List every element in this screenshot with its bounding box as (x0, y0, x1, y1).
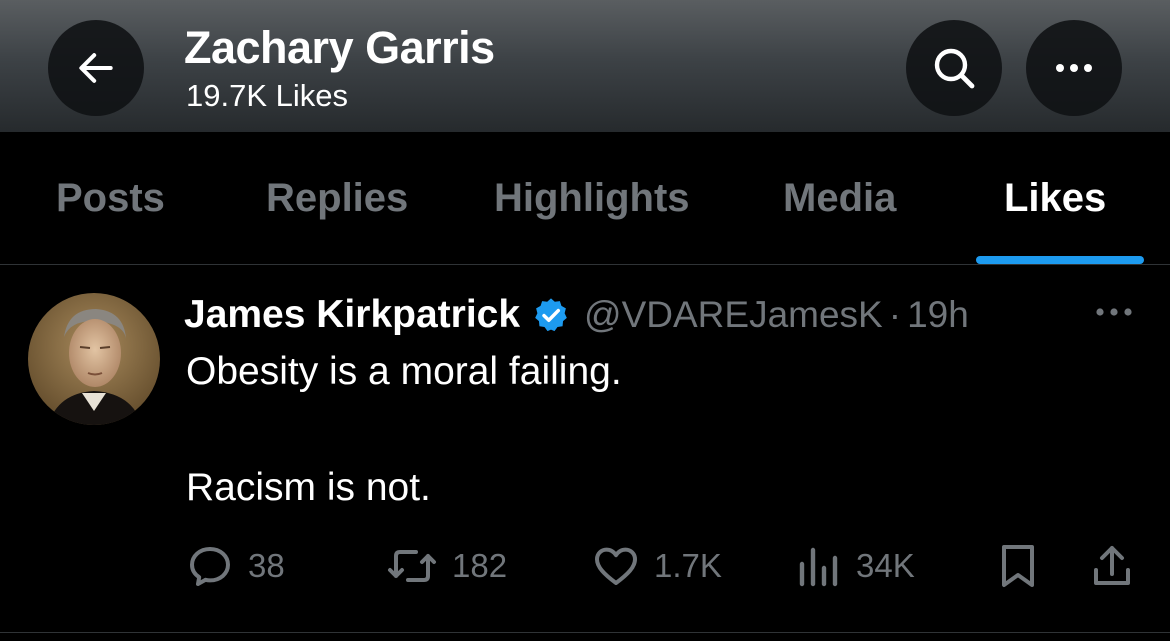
profile-header: Zachary Garris 19.7K Likes (0, 0, 1170, 132)
tweet-divider (0, 632, 1170, 633)
separator-dot: · (888, 294, 902, 335)
tab-highlights[interactable]: Highlights (494, 176, 690, 221)
bookmark-icon (1002, 545, 1034, 587)
like-button[interactable]: 1.7K (592, 540, 722, 592)
more-horizontal-icon (1056, 64, 1092, 72)
verified-badge-icon (532, 296, 570, 334)
repost-icon (388, 550, 436, 582)
tab-likes[interactable]: Likes (1004, 176, 1106, 221)
heart-icon (595, 547, 637, 585)
active-tab-indicator (976, 256, 1144, 264)
bookmark-button[interactable] (996, 540, 1040, 592)
share-icon (1094, 546, 1130, 585)
search-button[interactable] (906, 20, 1002, 116)
share-button[interactable] (1090, 540, 1134, 592)
views-count: 34K (856, 547, 915, 584)
tweet-text-line: Racism is not. (186, 466, 431, 509)
tab-replies[interactable]: Replies (266, 176, 408, 221)
arrow-left-icon (79, 53, 113, 83)
back-button[interactable] (48, 20, 144, 116)
reply-button[interactable]: 38 (186, 540, 285, 592)
tabs-divider (0, 264, 1170, 265)
tweet-timestamp[interactable]: 19h (907, 294, 969, 336)
views-button[interactable]: 34K (796, 540, 915, 592)
like-count: 1.7K (654, 547, 722, 584)
tweet-author-line: James Kirkpatrick @VDAREJamesK · 19h (184, 290, 969, 340)
search-icon (934, 48, 975, 89)
views-bar-chart-icon (799, 547, 838, 587)
avatar[interactable] (28, 293, 160, 425)
tab-posts[interactable]: Posts (56, 176, 165, 221)
repost-button[interactable]: 182 (386, 540, 507, 592)
tweet-text-line: Obesity is a moral failing. (186, 350, 622, 393)
tab-media[interactable]: Media (783, 176, 896, 221)
avatar-portrait (28, 293, 160, 425)
profile-tabs: Posts Replies Highlights Media Likes (0, 132, 1170, 264)
repost-count: 182 (452, 547, 508, 584)
tweet-more-button[interactable] (1094, 305, 1138, 323)
profile-likes-count: 19.7K Likes (186, 78, 348, 113)
author-handle[interactable]: @VDAREJamesK (584, 294, 883, 336)
profile-name: Zachary Garris (184, 22, 495, 73)
reply-icon (190, 547, 230, 586)
reply-count: 38 (248, 547, 285, 584)
more-options-button[interactable] (1026, 20, 1122, 116)
author-name[interactable]: James Kirkpatrick (184, 293, 520, 337)
more-horizontal-icon (1096, 308, 1132, 316)
